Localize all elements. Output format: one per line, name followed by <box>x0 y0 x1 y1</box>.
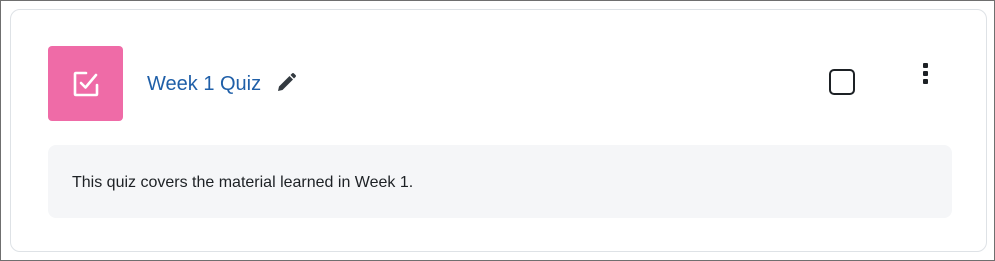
quiz-check-icon <box>73 71 98 96</box>
menu-dot <box>922 70 928 76</box>
menu-dot <box>922 62 928 68</box>
menu-dot <box>922 78 928 84</box>
activity-description: This quiz covers the material learned in… <box>48 145 952 218</box>
kebab-menu-icon[interactable] <box>915 61 935 85</box>
pencil-icon[interactable] <box>275 72 297 94</box>
description-text: This quiz covers the material learned in… <box>72 174 414 191</box>
activity-name-link[interactable]: Week 1 Quiz <box>147 72 261 96</box>
screenshot-frame: Week 1 Quiz This quiz covers the materia… <box>0 0 995 261</box>
completion-checkbox[interactable] <box>829 69 855 95</box>
quiz-icon <box>48 46 123 121</box>
